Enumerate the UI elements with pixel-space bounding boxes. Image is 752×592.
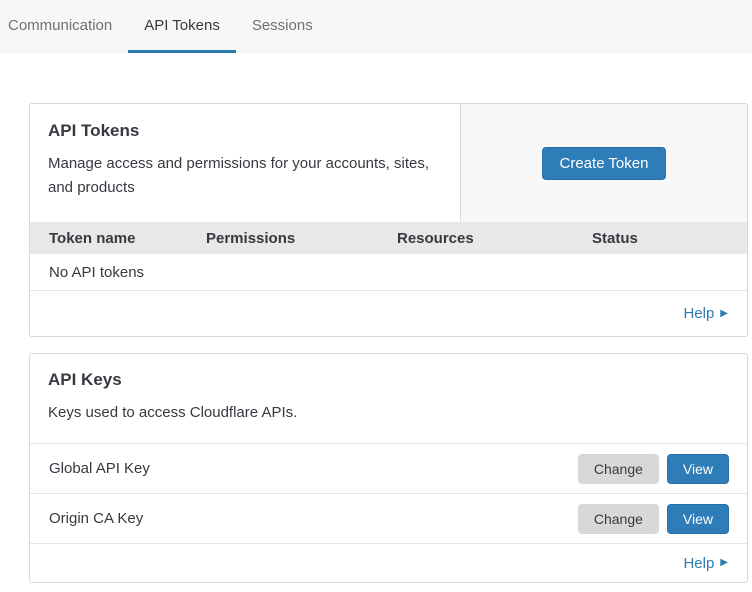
- api-tokens-description: Manage access and permissions for your a…: [48, 152, 442, 200]
- api-key-row-origin-ca: Origin CA Key Change View: [30, 494, 747, 544]
- tokens-table-header-row: Token name Permissions Resources Status: [30, 222, 747, 254]
- api-key-name: Global API Key: [49, 460, 578, 477]
- global-api-key-view-button[interactable]: View: [667, 454, 729, 484]
- api-keys-card-header: API Keys Keys used to access Cloudflare …: [30, 354, 747, 444]
- tokens-table-header-permissions: Permissions: [187, 230, 378, 247]
- tokens-table-header-token-name: Token name: [30, 230, 187, 247]
- tokens-table-header-status: Status: [573, 230, 747, 247]
- tab-communication[interactable]: Communication: [8, 0, 128, 53]
- api-tokens-card-header: API Tokens Manage access and permissions…: [30, 104, 747, 222]
- help-arrow-icon: ▶: [720, 309, 728, 319]
- create-token-button[interactable]: Create Token: [542, 147, 667, 180]
- api-keys-description: Keys used to access Cloudflare APIs.: [48, 401, 729, 425]
- tab-sessions[interactable]: Sessions: [236, 0, 329, 53]
- api-keys-help-link[interactable]: Help ▶: [683, 555, 728, 572]
- api-tokens-help-link[interactable]: Help ▶: [683, 305, 728, 322]
- origin-ca-key-change-button[interactable]: Change: [578, 504, 659, 534]
- api-key-row-global: Global API Key Change View: [30, 444, 747, 494]
- tokens-table-empty-row: No API tokens: [30, 254, 747, 291]
- api-tokens-header-text: API Tokens Manage access and permissions…: [30, 104, 460, 222]
- global-api-key-change-button[interactable]: Change: [578, 454, 659, 484]
- help-link-label: Help: [683, 305, 714, 322]
- api-key-name: Origin CA Key: [49, 510, 578, 527]
- api-keys-title: API Keys: [48, 370, 729, 390]
- api-tokens-title: API Tokens: [48, 121, 442, 141]
- tokens-table-header-resources: Resources: [378, 230, 573, 247]
- tab-api-tokens[interactable]: API Tokens: [128, 0, 236, 53]
- api-tokens-card-footer: Help ▶: [30, 291, 747, 336]
- help-link-label: Help: [683, 555, 714, 572]
- api-keys-card-footer: Help ▶: [30, 544, 747, 582]
- api-keys-card: API Keys Keys used to access Cloudflare …: [29, 353, 748, 583]
- api-tokens-card: API Tokens Manage access and permissions…: [29, 103, 748, 337]
- origin-ca-key-view-button[interactable]: View: [667, 504, 729, 534]
- tab-bar: Communication API Tokens Sessions: [0, 0, 752, 53]
- api-tokens-header-action-panel: Create Token: [460, 104, 747, 222]
- help-arrow-icon: ▶: [720, 558, 728, 568]
